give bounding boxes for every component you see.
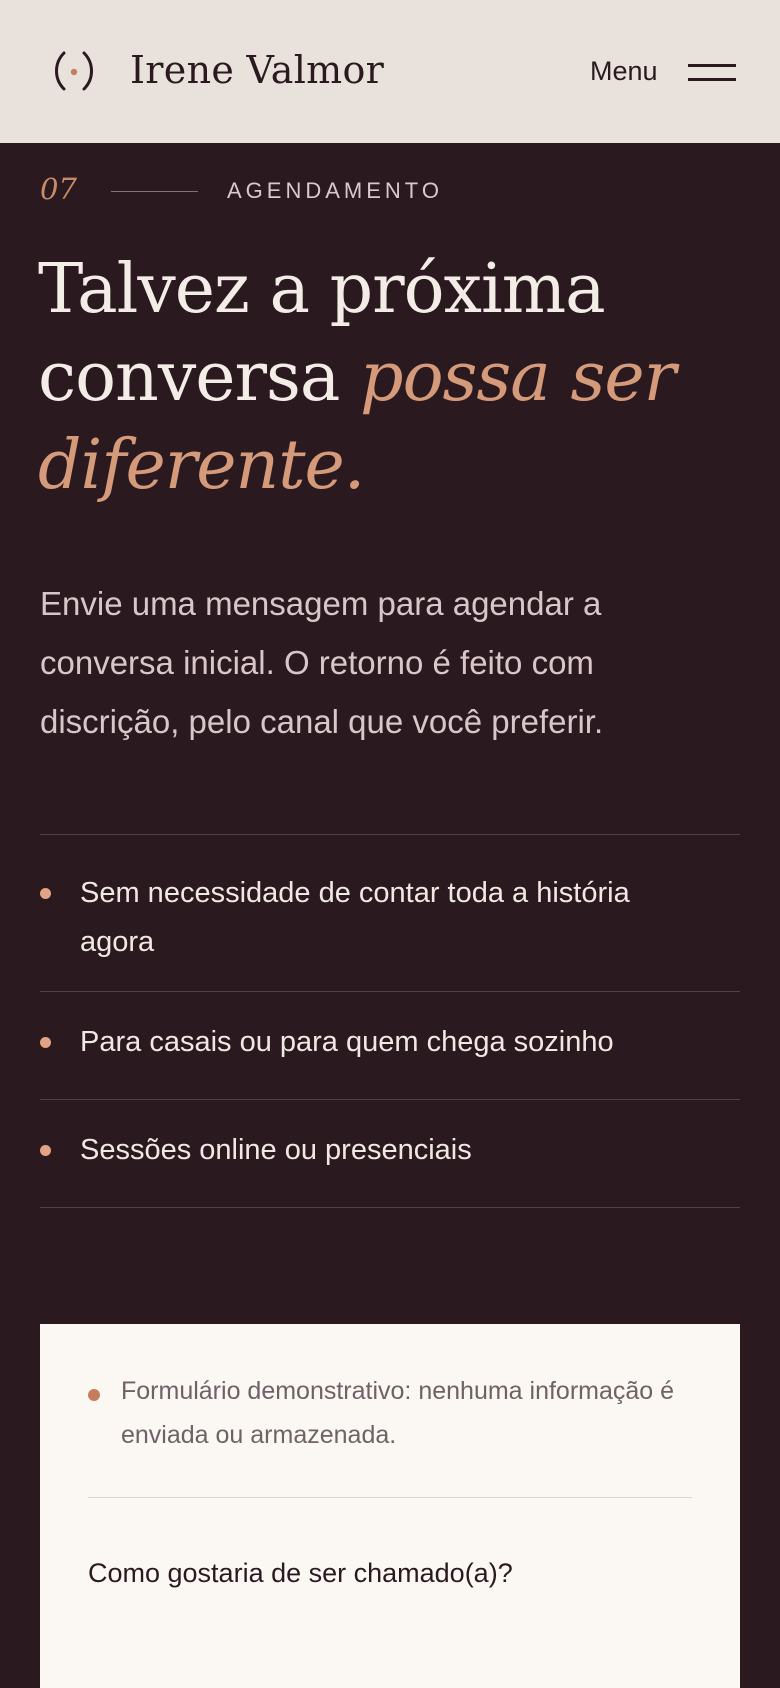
brand-name[interactable]: Irene Valmor [130,44,384,96]
parenthesis-dot-logo-icon[interactable] [52,49,96,93]
lead-paragraph: Envie uma mensagem para agendar a conver… [40,585,604,740]
contact-form-card: Formulário demonstrativo: nenhuma inform… [40,1324,740,1688]
menu-label[interactable]: Menu [590,54,658,88]
list-item-label: Para casais ou para quem chega sozinho [80,1026,614,1058]
section-eyebrow: AGENDAMENTO [227,178,443,203]
benefits-list: Sem necessidade de contar toda a históri… [40,834,740,1208]
form-divider [88,1497,692,1498]
list-item: Sessões online ou presenciais [40,1099,740,1208]
hamburger-line [688,64,736,67]
form-notice: Formulário demonstrativo: nenhuma inform… [121,1377,675,1449]
list-item-label: Sem necessidade de contar toda a históri… [80,877,630,958]
notice-dot-icon [88,1389,100,1401]
list-item-label: Sessões online ou presenciais [80,1134,472,1166]
bullet-dot-icon [40,1037,51,1048]
page-title: Talvez a próxima conversa possa ser dife… [38,246,738,510]
hamburger-line [688,78,736,81]
section-number: 07 [40,172,77,206]
name-field-label: Como gostaria de ser chamado(a)? [88,1558,513,1588]
hamburger-icon[interactable] [688,62,736,84]
list-item: Sem necessidade de contar toda a históri… [40,834,740,991]
bullet-dot-icon [40,888,51,899]
list-item: Para casais ou para quem chega sozinho [40,991,740,1099]
site-header: Irene Valmor Menu [0,0,780,143]
eyebrow-divider [111,191,198,192]
bullet-dot-icon [40,1145,51,1156]
